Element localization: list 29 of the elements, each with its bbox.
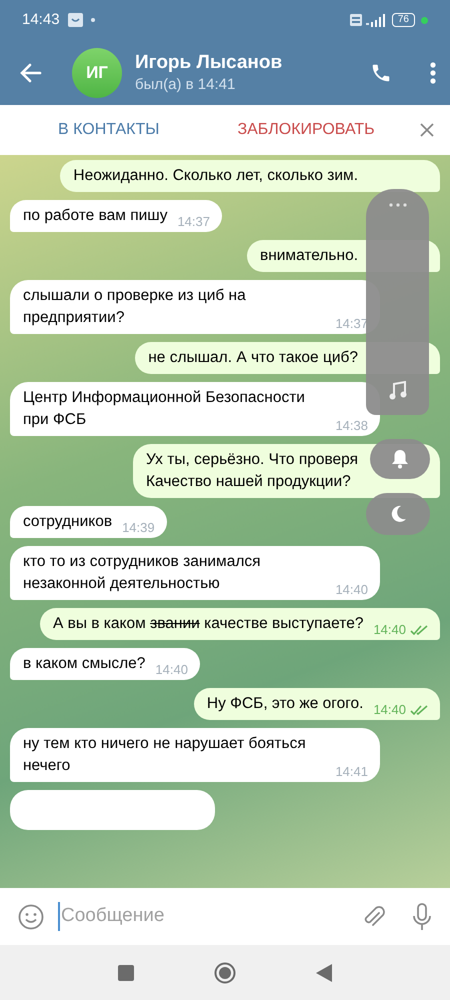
message-time: 14:41: [335, 764, 368, 780]
message-text: сотрудников: [23, 512, 112, 532]
block-link[interactable]: ЗАБЛОКИРОВАТЬ: [237, 118, 375, 142]
message-time: 14:40: [335, 582, 368, 598]
message-text: кто то из сотрудников занимался незаконной деятельностью: [23, 552, 262, 594]
message-text: Ух ты, серьёзно. Что проверя Качество нашей продукции?: [146, 450, 358, 492]
message-text: Неожиданно. Сколько лет, сколько зим.: [73, 166, 358, 186]
message-time: 14:37: [335, 316, 368, 332]
last-seen-status: был(а) в 14:41: [135, 74, 236, 94]
message-time: 14:39: [122, 520, 155, 536]
message-text: по работе вам пишу: [23, 206, 168, 226]
message-text: внимательно.: [260, 246, 358, 266]
message-text: ну тем кто ничего не нарушает бояться нечего: [23, 734, 307, 776]
message-text: А вы в каком звании качестве выступаете?: [52, 614, 364, 634]
status-time: 14:43: [22, 10, 60, 30]
message-time: 14:38: [335, 418, 368, 434]
message-time: 14:40: [155, 662, 188, 678]
message-time: 14:40: [373, 702, 406, 718]
message-text: Центр Информационной Безопасности при ФСБ: [23, 388, 306, 430]
battery-indicator: 76: [392, 13, 415, 27]
message-text: в каком смысле?: [23, 654, 146, 674]
message-text: Ну ФСБ, это же огого.: [206, 694, 364, 714]
message-input-field[interactable]: Сообщение: [58, 902, 360, 931]
message-time: 14:37: [177, 214, 210, 230]
message-time: 14:40: [373, 622, 406, 638]
add-contact-link[interactable]: В КОНТАКТЫ: [58, 118, 160, 142]
contact-name: Игорь Лысанов: [135, 50, 284, 74]
message-text: слышали о проверке из циб на предприятии?: [23, 286, 247, 328]
message-text: не слышал. А что такое циб?: [148, 348, 358, 368]
